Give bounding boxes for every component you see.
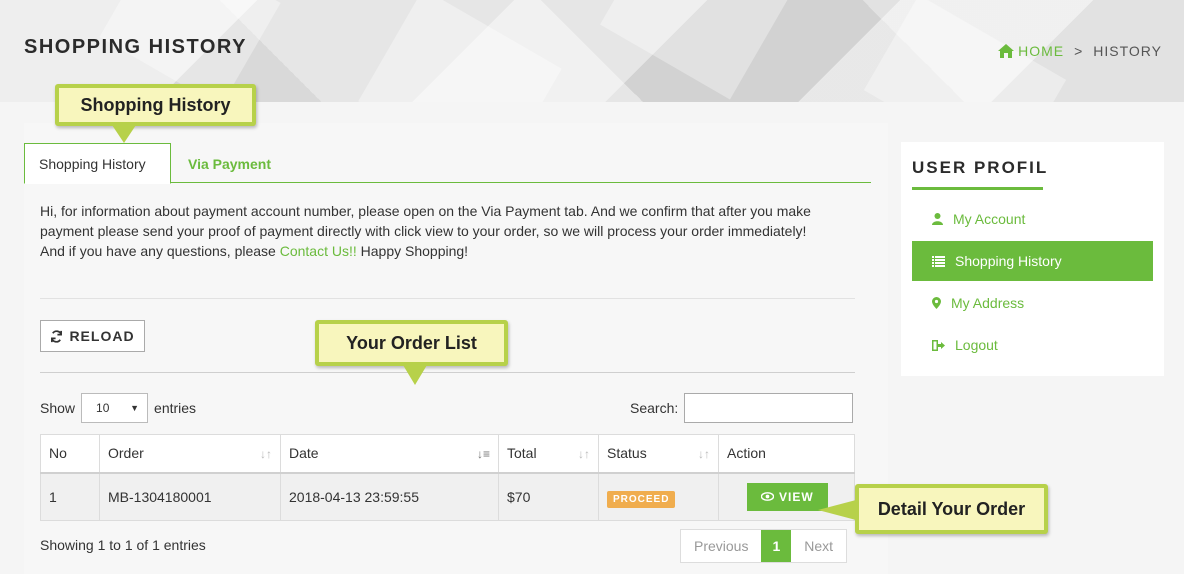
info-prefix: And if you have any questions, please: [40, 243, 280, 259]
pagination-previous[interactable]: Previous: [681, 530, 761, 562]
cell-total: $70: [498, 472, 599, 521]
sidebar-title-underline: [912, 187, 1043, 190]
search-label: Search:: [630, 400, 679, 416]
home-icon: [998, 44, 1015, 58]
info-suffix: Happy Shopping!: [356, 243, 469, 259]
eye-icon: [761, 492, 774, 502]
pagination: Previous 1 Next: [680, 529, 848, 563]
pagination-page-1[interactable]: 1: [761, 530, 792, 562]
entries-value: 10: [96, 401, 110, 415]
cell-order: MB-1304180001: [99, 472, 281, 521]
sidebar-item-label: Shopping History: [955, 253, 1062, 269]
breadcrumb-home-label[interactable]: HOME: [1018, 43, 1064, 59]
tab-via-payment[interactable]: Via Payment: [174, 143, 285, 184]
breadcrumb-separator: >: [1074, 43, 1084, 59]
column-header-no[interactable]: No: [40, 434, 100, 474]
pagination-next[interactable]: Next: [791, 530, 846, 562]
cell-status: PROCEED: [598, 472, 719, 521]
cell-no: 1: [40, 472, 100, 521]
entries-label: entries: [154, 400, 197, 416]
divider: [40, 372, 855, 373]
tab-bar: Shopping History Via Payment: [24, 143, 871, 184]
view-order-button[interactable]: VIEW: [747, 482, 828, 511]
column-header-status[interactable]: Status ↓↑: [598, 434, 719, 474]
reload-button[interactable]: RELOAD: [40, 320, 145, 352]
sort-desc-icon: ↓≡: [476, 447, 490, 461]
sign-out-icon: [932, 339, 945, 351]
cell-date: 2018-04-13 23:59:55: [280, 472, 499, 521]
breadcrumb: HOME > HISTORY: [998, 43, 1162, 59]
view-label: VIEW: [779, 489, 814, 504]
sidebar-item-my-account[interactable]: My Account: [912, 199, 1153, 239]
sidebar-item-shopping-history[interactable]: Shopping History: [912, 241, 1153, 281]
entries-select[interactable]: 10 ▼: [81, 393, 149, 423]
callout-order-list: Your Order List: [315, 320, 508, 366]
sidebar-item-label: My Address: [951, 295, 1025, 311]
list-icon: [932, 255, 945, 267]
breadcrumb-home[interactable]: HOME: [998, 43, 1064, 59]
user-profile-sidebar: USER PROFIL My Account Shopping History …: [901, 142, 1164, 376]
column-header-action: Action: [718, 434, 855, 474]
reload-label: RELOAD: [69, 328, 135, 344]
tab-shopping-history[interactable]: Shopping History: [24, 143, 171, 184]
user-icon: [932, 213, 943, 225]
column-header-total[interactable]: Total ↓↑: [498, 434, 599, 474]
contact-us-link[interactable]: Contact Us!!: [280, 243, 357, 259]
search-input[interactable]: [684, 393, 854, 423]
callout-detail-order: Detail Your Order: [855, 484, 1048, 534]
status-badge: PROCEED: [607, 490, 676, 508]
sort-icon: ↓↑: [578, 447, 590, 461]
table-info: Showing 1 to 1 of 1 entries: [40, 537, 206, 553]
show-label: Show: [40, 400, 76, 416]
callout-tail: [403, 365, 427, 385]
orders-table: No Order ↓↑ Date ↓≡ Total ↓↑ Status ↓↑ Actio…: [40, 434, 855, 521]
callout-tail: [818, 500, 856, 520]
search-control: Search:: [630, 393, 854, 423]
chevron-down-icon: ▼: [130, 403, 140, 413]
column-header-order[interactable]: Order ↓↑: [99, 434, 281, 474]
table-row: 1 MB-1304180001 2018-04-13 23:59:55 $70 …: [40, 472, 855, 521]
divider: [40, 298, 855, 299]
sidebar-item-label: My Account: [953, 211, 1026, 227]
entries-control: Show 10 ▼ entries: [40, 393, 196, 423]
sort-icon: ↓↑: [260, 447, 272, 461]
sidebar-title: USER PROFIL: [912, 158, 1049, 177]
info-message: Hi, for information about payment accoun…: [40, 201, 855, 261]
sidebar-item-my-address[interactable]: My Address: [912, 283, 1153, 323]
column-header-date[interactable]: Date ↓≡: [280, 434, 499, 474]
breadcrumb-current: HISTORY: [1093, 43, 1162, 59]
callout-shopping-history: Shopping History: [55, 84, 256, 126]
sidebar-item-label: Logout: [955, 337, 998, 353]
map-marker-icon: [932, 297, 941, 309]
sort-icon: ↓↑: [698, 447, 710, 461]
refresh-icon: [51, 329, 63, 343]
sidebar-item-logout[interactable]: Logout: [912, 325, 1153, 365]
info-text: Hi, for information about payment accoun…: [40, 203, 811, 239]
info-contact-line: And if you have any questions, please Co…: [40, 241, 855, 261]
callout-tail: [112, 125, 136, 143]
page-title: SHOPPING HISTORY: [24, 36, 247, 58]
